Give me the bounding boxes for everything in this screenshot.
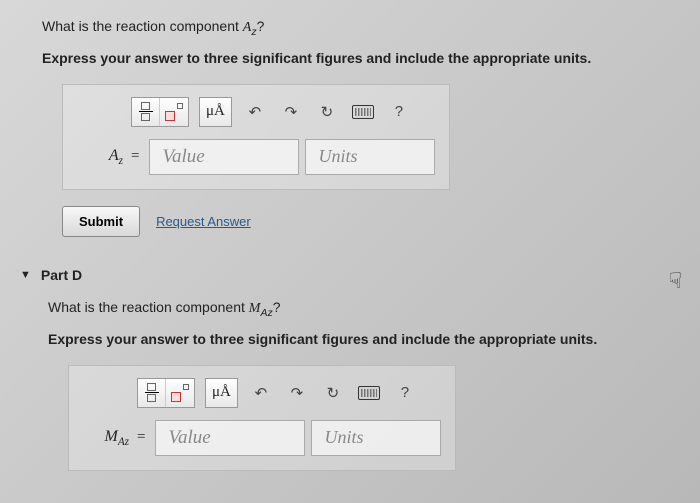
help-button[interactable]: ? <box>386 99 412 125</box>
cursor-icon: ☟ <box>669 268 682 294</box>
variable-label: MAz <box>83 428 129 448</box>
part-d-header[interactable]: ▼ Part D <box>20 267 672 283</box>
fraction-icon <box>145 383 159 402</box>
exponent-icon <box>171 384 189 402</box>
reset-button[interactable]: ↻ <box>320 380 346 406</box>
fraction-icon <box>139 102 153 121</box>
fraction-button[interactable] <box>138 379 166 407</box>
reset-icon: ↻ <box>327 384 340 402</box>
instruction-text: Express your answer to three significant… <box>42 50 672 66</box>
submit-button[interactable]: Submit <box>62 206 140 237</box>
help-button[interactable]: ? <box>392 380 418 406</box>
redo-button[interactable]: ↷ <box>278 99 304 125</box>
redo-button[interactable]: ↷ <box>284 380 310 406</box>
redo-icon: ↷ <box>291 384 304 402</box>
exponent-icon <box>165 103 183 121</box>
answer-toolbar: μÅ ↶ ↷ ↻ ? <box>137 378 441 408</box>
keyboard-icon <box>358 386 380 400</box>
equals-sign: = <box>137 429 145 446</box>
units-input[interactable]: Units <box>311 420 441 456</box>
keyboard-button[interactable] <box>350 99 376 125</box>
undo-button[interactable]: ↶ <box>242 99 268 125</box>
undo-icon: ↶ <box>255 384 268 402</box>
question-text: What is the reaction component MAz? <box>48 299 672 319</box>
answer-box: μÅ ↶ ↷ ↻ ? MAz = <box>68 365 456 471</box>
keyboard-button[interactable] <box>356 380 382 406</box>
units-symbol-button[interactable]: μÅ <box>206 379 237 407</box>
part-c-question: What is the reaction component Az? Expre… <box>42 18 672 237</box>
value-input[interactable]: Value <box>155 420 305 456</box>
exponent-button[interactable] <box>166 379 194 407</box>
request-answer-link[interactable]: Request Answer <box>156 214 251 229</box>
reset-icon: ↻ <box>321 103 334 121</box>
units-input[interactable]: Units <box>305 139 435 175</box>
variable-label: Az <box>77 147 123 167</box>
answer-box: μÅ ↶ ↷ ↻ ? Az = <box>62 84 450 190</box>
units-symbol-button[interactable]: μÅ <box>200 98 231 126</box>
reset-button[interactable]: ↻ <box>314 99 340 125</box>
answer-toolbar: μÅ ↶ ↷ ↻ ? <box>131 97 435 127</box>
collapse-caret-icon: ▼ <box>20 269 31 281</box>
redo-icon: ↷ <box>285 103 298 121</box>
value-input[interactable]: Value <box>149 139 299 175</box>
instruction-text: Express your answer to three significant… <box>48 331 672 347</box>
part-d-question: What is the reaction component MAz? Expr… <box>48 299 672 471</box>
exponent-button[interactable] <box>160 98 188 126</box>
undo-button[interactable]: ↶ <box>248 380 274 406</box>
part-title: Part D <box>41 267 82 283</box>
undo-icon: ↶ <box>249 103 262 121</box>
keyboard-icon <box>352 105 374 119</box>
question-text: What is the reaction component Az? <box>42 18 672 38</box>
equals-sign: = <box>131 148 139 165</box>
fraction-button[interactable] <box>132 98 160 126</box>
